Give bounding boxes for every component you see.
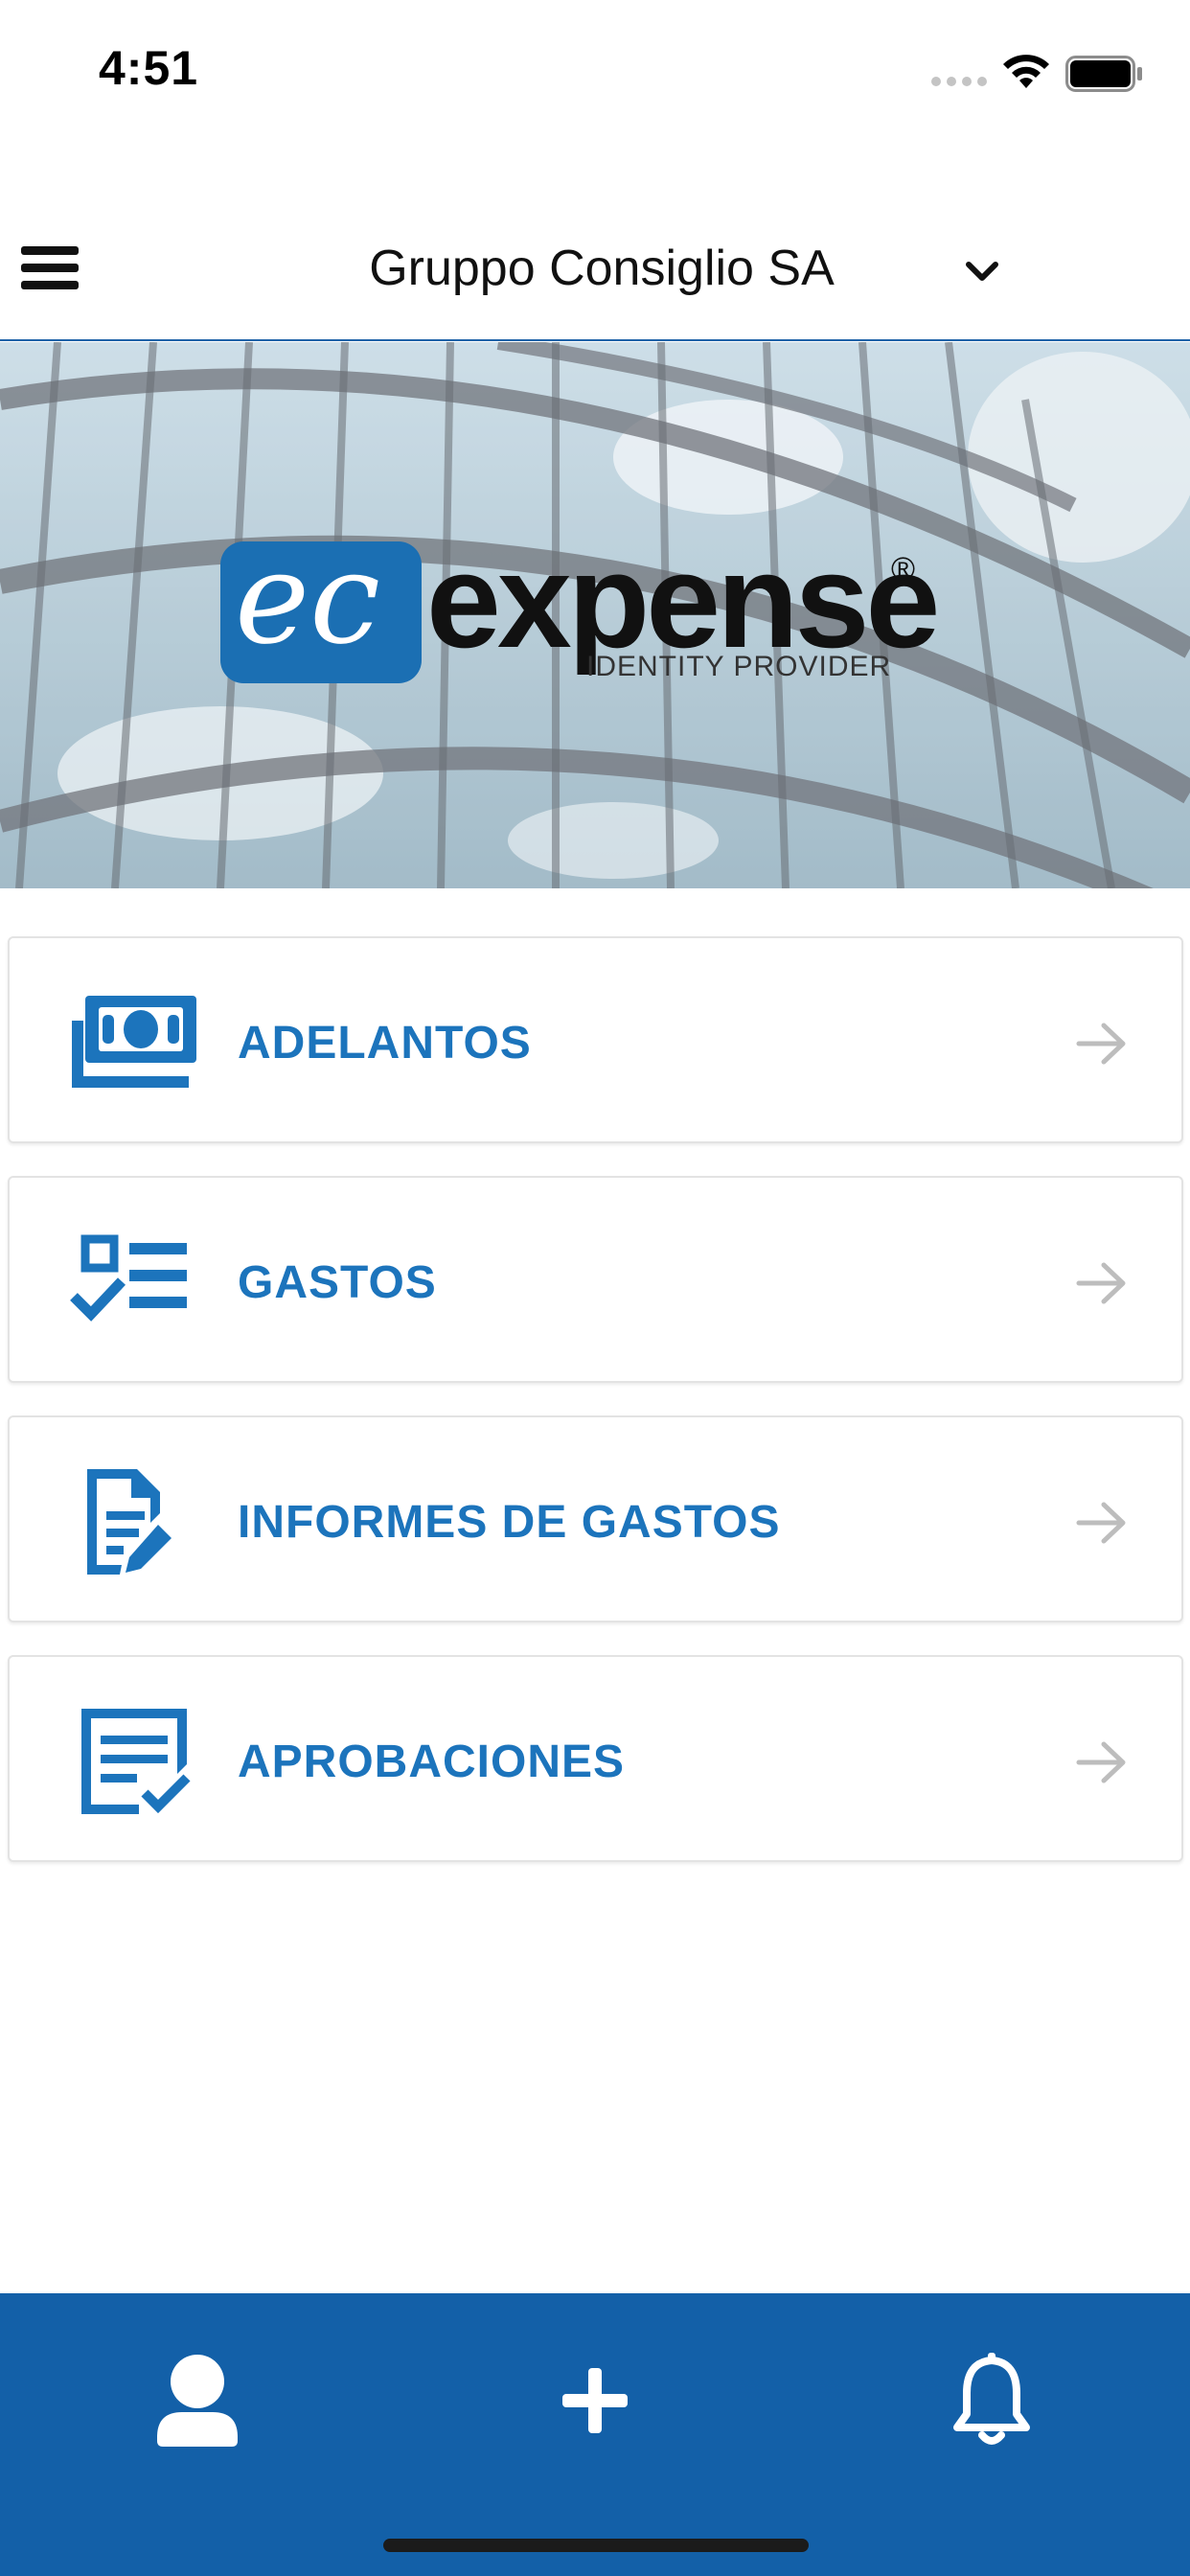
- menu-item-label: ADELANTOS: [238, 1018, 532, 1069]
- status-time: 4:51: [99, 41, 199, 95]
- user-icon: [157, 2355, 238, 2447]
- logo-mark: ec: [235, 525, 381, 673]
- tab-notifications[interactable]: [925, 2332, 1059, 2466]
- bottom-navigation-bar: [0, 2293, 1190, 2576]
- document-edit-icon: [87, 1469, 172, 1575]
- arrow-right-icon: [1076, 1262, 1126, 1304]
- wifi-icon: [1003, 55, 1049, 88]
- arrow-right-icon: [1076, 1023, 1126, 1065]
- battery-icon: [1065, 56, 1142, 92]
- menu-item-gastos[interactable]: GASTOS: [8, 1176, 1183, 1383]
- arrow-right-icon: [1076, 1502, 1126, 1544]
- menu-item-adelantos[interactable]: ADELANTOS: [8, 936, 1183, 1143]
- chevron-down-icon[interactable]: [961, 253, 1003, 291]
- bell-icon: [953, 2353, 1030, 2445]
- logo-registered-mark: ®: [891, 551, 916, 587]
- cellular-signal-icon: [931, 77, 989, 88]
- menu-item-aprobaciones[interactable]: APROBACIONES: [8, 1655, 1183, 1862]
- menu-item-label: GASTOS: [238, 1257, 437, 1308]
- tab-profile[interactable]: [130, 2332, 264, 2466]
- hero-banner: ec expense ® IDENTITY PROVIDER: [0, 342, 1190, 888]
- plus-icon: [562, 2368, 628, 2433]
- menu-item-label: APROBACIONES: [238, 1736, 626, 1787]
- arrow-right-icon: [1076, 1741, 1126, 1783]
- app-header: Gruppo Consiglio SA: [0, 211, 1190, 341]
- menu-item-informes-de-gastos[interactable]: INFORMES DE GASTOS: [8, 1415, 1183, 1622]
- company-selector-title[interactable]: Gruppo Consiglio SA: [0, 240, 1190, 297]
- home-indicator: [383, 2539, 809, 2552]
- checklist-icon: [70, 1234, 187, 1322]
- money-bills-icon: [72, 996, 196, 1088]
- approval-document-icon: [81, 1709, 191, 1814]
- tab-add[interactable]: [528, 2332, 662, 2466]
- menu-item-label: INFORMES DE GASTOS: [238, 1497, 781, 1548]
- logo-wordmark: expense: [426, 525, 940, 676]
- status-bar: 4:51: [0, 0, 1190, 144]
- logo-tagline: IDENTITY PROVIDER: [586, 651, 892, 682]
